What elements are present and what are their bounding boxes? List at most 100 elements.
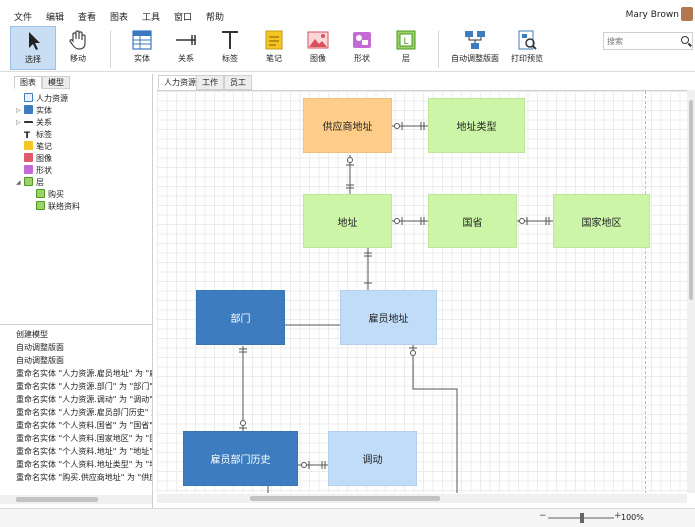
layer-icon — [36, 201, 45, 210]
tab-model[interactable]: 模型 — [42, 76, 70, 89]
entity-state-province[interactable]: 国省 — [428, 194, 517, 248]
history-item[interactable]: 重命名实体 "人力资源.调动" 为 "调动" — [16, 393, 152, 406]
shape-tool-label: 形状 — [354, 54, 370, 63]
history-item[interactable]: 重命名实体 "人力资源.雇员部门历史" 为 " — [16, 406, 152, 419]
print-preview-icon — [518, 30, 537, 50]
entity-transfer[interactable]: 调动 — [328, 431, 417, 486]
entity-tool-button[interactable]: 实体 — [119, 26, 165, 70]
history-item[interactable]: 重命名实体 "人力资源.雇员地址" 为 "雇员 — [16, 367, 152, 380]
search-input[interactable] — [604, 33, 676, 49]
shape-tool-button[interactable]: 形状 — [339, 26, 385, 70]
toolbar-divider — [110, 30, 111, 68]
search-icon[interactable] — [681, 36, 689, 44]
tree-item-label[interactable]: T 标签 — [24, 129, 52, 141]
layer-tool-button[interactable]: L 层 — [383, 26, 429, 70]
canvas-horizontal-scrollbar-thumb[interactable] — [250, 496, 440, 501]
entity-employee-address[interactable]: 雇员地址 — [340, 290, 437, 345]
toolbar-divider — [438, 30, 439, 68]
image-tool-button[interactable]: 图像 — [295, 26, 341, 70]
note-tool-button[interactable]: 笔记 — [251, 26, 297, 70]
image-icon — [24, 153, 33, 162]
tree-item-note[interactable]: 笔记 — [24, 141, 52, 153]
history-item[interactable]: 自动调整版面 — [16, 354, 152, 367]
menu-file[interactable]: 文件 — [14, 10, 32, 23]
tab-diagram[interactable]: 图表 — [14, 76, 42, 89]
menu-tools[interactable]: 工具 — [142, 10, 160, 23]
entity-table-icon — [24, 105, 33, 114]
tree-item-entity[interactable]: 实体 — [24, 105, 52, 117]
diagram-icon — [24, 93, 33, 102]
entity-department[interactable]: 部门 — [196, 290, 285, 345]
tree-label: 形状 — [36, 166, 52, 175]
label-tool-button[interactable]: 标签 — [207, 26, 253, 70]
history-item[interactable]: 重命名实体 "个人资料.地址类型" 为 "地址 — [16, 458, 152, 471]
zoom-slider-handle[interactable] — [580, 513, 584, 523]
tree-label: 层 — [36, 178, 44, 187]
menu-window[interactable]: 窗口 — [174, 10, 192, 23]
relationship-tool-label: 关系 — [178, 54, 194, 63]
select-tool-label: 选择 — [25, 55, 41, 64]
tree-label: 实体 — [36, 106, 52, 115]
layer-icon — [36, 189, 45, 198]
layer-icon — [24, 177, 33, 186]
menu-diagram[interactable]: 图表 — [110, 10, 128, 23]
menu-help[interactable]: 帮助 — [206, 10, 224, 23]
entity-employee-department-history[interactable]: 雇员部门历史 — [183, 431, 298, 486]
tree-item-hr[interactable]: 人力资源 — [24, 93, 68, 105]
relationship-tool-button[interactable]: 关系 — [163, 26, 209, 70]
canvas-tab-work[interactable]: 工作 — [196, 75, 224, 90]
tree-label: 购买 — [48, 190, 64, 199]
label-tool-label: 标签 — [222, 54, 238, 63]
tree-label: 人力资源 — [36, 94, 68, 103]
menu-view[interactable]: 查看 — [78, 10, 96, 23]
auto-layout-label: 自动调整版面 — [451, 54, 499, 63]
entity-address-type[interactable]: 地址类型 — [428, 98, 525, 153]
history-item[interactable]: 重命名实体 "个人资料.国省" 为 "国省" — [16, 419, 152, 432]
history-item[interactable]: 重命名实体 "购买.供应商地址" 为 "供应商 — [16, 471, 152, 484]
note-icon — [24, 141, 33, 150]
note-tool-label: 笔记 — [266, 54, 282, 63]
entity-table-icon — [132, 30, 152, 50]
history-scrollbar-thumb[interactable] — [16, 497, 98, 502]
expand-caret-icon[interactable]: ▷ — [16, 107, 21, 114]
history-item[interactable]: 重命名实体 "个人资料.国家地区" 为 "国家 — [16, 432, 152, 445]
canvas-vertical-scrollbar-thumb[interactable] — [689, 100, 693, 300]
tree-item-relationship[interactable]: 关系 — [24, 117, 52, 129]
history-item[interactable]: 重命名实体 "个人资料.地址" 为 "地址" — [16, 445, 152, 458]
label-t-icon — [222, 31, 238, 49]
tree-item-purchasing[interactable]: 购买 — [36, 189, 64, 201]
tree-item-shape[interactable]: 形状 — [24, 165, 52, 177]
user-name[interactable]: Mary Brown — [626, 10, 679, 20]
tree-label: 标签 — [36, 130, 52, 139]
image-tool-label: 图像 — [310, 54, 326, 63]
entity-supplier-address[interactable]: 供应商地址 — [303, 98, 392, 153]
shape-icon — [353, 32, 371, 48]
menu-bar: 文件 编辑 查看 图表 工具 窗口 帮助 Mary Brown — [0, 0, 695, 24]
panel-divider[interactable] — [0, 324, 153, 325]
tree-item-image[interactable]: 图像 — [24, 153, 52, 165]
print-preview-label: 打印预览 — [511, 54, 543, 63]
expand-caret-icon[interactable]: ▷ — [16, 119, 21, 126]
tree-item-contact[interactable]: 联络资料 — [36, 201, 80, 213]
zoom-out-button[interactable]: − — [539, 511, 547, 521]
history-item[interactable]: 自动调整版面 — [16, 341, 152, 354]
history-item[interactable]: 重命名实体 "人力资源.部门" 为 "部门" — [16, 380, 152, 393]
canvas-tab-employee[interactable]: 员工 — [224, 75, 252, 90]
move-tool-label: 移动 — [70, 54, 86, 63]
tree-item-layer[interactable]: 层 — [24, 177, 44, 189]
avatar[interactable] — [681, 7, 693, 21]
entity-country-region[interactable]: 国家地区 — [553, 194, 650, 248]
history-item[interactable]: 创建模型 — [16, 328, 152, 341]
entity-address[interactable]: 地址 — [303, 194, 392, 248]
auto-layout-button[interactable]: 自动调整版面 — [448, 26, 502, 70]
menu-edit[interactable]: 编辑 — [46, 10, 64, 23]
note-icon — [265, 30, 283, 50]
entity-tool-label: 实体 — [134, 54, 150, 63]
collapse-caret-icon[interactable]: ◢ — [16, 179, 21, 186]
search-box[interactable] — [603, 32, 693, 50]
cursor-arrow-icon — [29, 32, 40, 50]
move-tool-button[interactable]: 移动 — [55, 26, 101, 70]
select-tool-button[interactable]: 选择 — [10, 26, 56, 70]
diagram-canvas[interactable]: 供应商地址 地址类型 地址 国省 国家地区 部门 雇员地址 雇员部门历史 调动 — [157, 90, 687, 493]
print-preview-button[interactable]: 打印预览 — [504, 26, 550, 70]
